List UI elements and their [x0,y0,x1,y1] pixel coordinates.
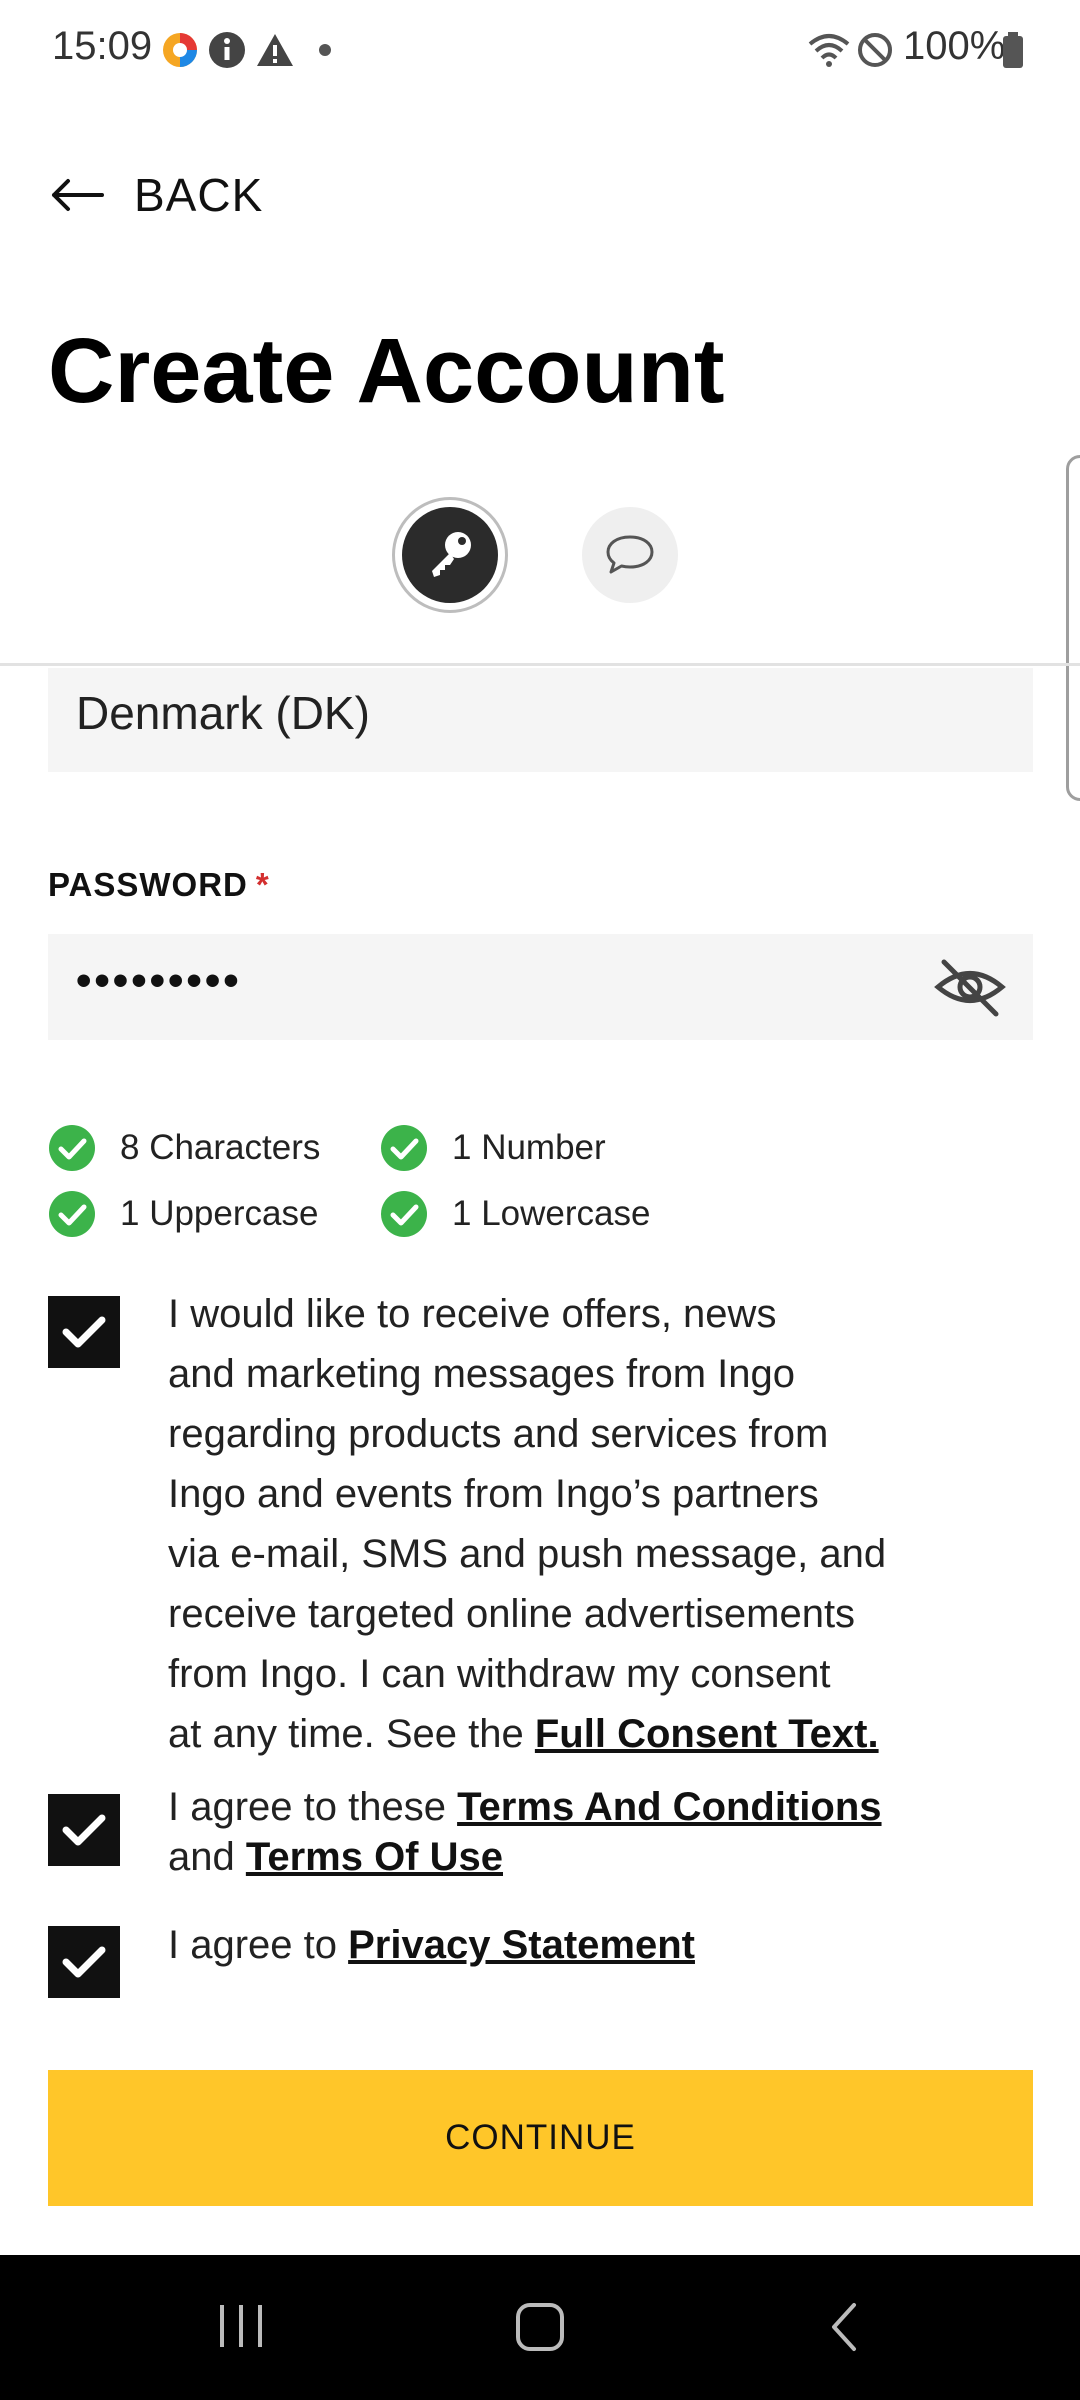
requirement-uppercase: 1 Uppercase [48,1189,318,1239]
requirement-number: 1 Number [380,1123,606,1173]
terms-checkbox[interactable] [48,1794,120,1866]
country-select[interactable]: Denmark (DK) [48,668,1033,772]
check-circle-icon [49,1191,95,1237]
do-not-disturb-icon [858,33,892,67]
requirement-characters: 8 Characters [48,1123,320,1173]
home-icon[interactable] [512,2299,568,2355]
toggle-password-visibility-button[interactable] [930,954,1010,1020]
country-value: Denmark (DK) [76,687,370,739]
checkmark-icon [62,1814,106,1846]
consent-line: via e-mail, SMS and push message, and [168,1532,887,1576]
privacy-statement-link[interactable]: Privacy Statement [348,1923,695,1967]
header-divider [0,663,1080,666]
consent-line: I would like to receive offers, news [168,1292,777,1336]
privacy-prefix: I agree to [168,1923,349,1967]
terms-of-use-link[interactable]: Terms Of Use [246,1835,503,1879]
marketing-consent-checkbox[interactable] [48,1296,120,1368]
consent-line-last: at any time. See the Full Consent Text. [168,1704,1018,1764]
check-circle-icon [381,1125,427,1171]
back-label: BACK [134,169,264,221]
password-input[interactable]: ••••••••• [48,934,1033,1040]
notification-dot-icon [319,44,331,56]
system-navigation-bar [0,2255,1080,2400]
side-scroll-handle[interactable] [1066,455,1080,801]
marketing-consent-text: I would like to receive offers, news and… [168,1284,1018,1764]
info-icon [209,32,245,68]
privacy-checkbox[interactable] [48,1926,120,1998]
eye-off-icon [934,959,1006,1017]
terms-line-2: and Terms Of Use [168,1832,1018,1882]
consent-line: and marketing messages from Ingo [168,1352,795,1396]
battery-percentage: 100% [903,24,1006,68]
requirement-label: 1 Number [452,1128,606,1167]
requirement-label: 8 Characters [120,1128,321,1167]
requirement-label: 1 Lowercase [452,1194,651,1233]
requirement-label: 1 Uppercase [120,1194,319,1233]
step-verification[interactable] [582,507,678,603]
terms-and-conditions-link[interactable]: Terms And Conditions [457,1785,881,1829]
password-label-text: PASSWORD [48,866,248,903]
status-time: 15:09 [52,24,153,68]
check-circle-icon [49,1125,95,1171]
continue-button[interactable]: CONTINUE [48,2070,1033,2206]
warning-icon [257,34,293,66]
status-bar: 15:09 100% [0,0,1080,100]
checkmark-icon [62,1316,106,1348]
wifi-icon [808,34,850,67]
arrow-left-icon [52,179,104,211]
password-label: PASSWORD * [48,866,270,904]
back-button[interactable]: BACK [48,160,263,230]
check-circle-icon [381,1191,427,1237]
step-password[interactable] [392,497,508,613]
full-consent-text-link[interactable]: Full Consent Text. [535,1712,879,1756]
key-icon [432,532,471,577]
required-marker: * [255,866,270,903]
system-back-icon[interactable] [822,2299,866,2355]
requirement-lowercase: 1 Lowercase [380,1189,650,1239]
page-title: Create Account [48,320,725,422]
terms-prefix: I agree to these [168,1785,458,1829]
app-logo-icon [163,33,197,67]
terms-middle: and [168,1835,246,1879]
battery-icon [1003,32,1023,68]
checkmark-icon [62,1946,106,1978]
consent-line: Ingo and events from Ingo’s partners [168,1472,819,1516]
password-value: ••••••••• [76,956,242,1005]
consent-last-prefix: at any time. See the [168,1712,535,1756]
chat-bubble-icon [606,535,654,574]
consent-line: from Ingo. I can withdraw my consent [168,1652,831,1696]
recent-apps-icon[interactable] [214,2299,268,2353]
terms-line-1: I agree to these Terms And Conditions [168,1782,1018,1832]
privacy-text: I agree to Privacy Statement [168,1918,1018,1972]
terms-text: I agree to these Terms And Conditions an… [168,1782,1018,1882]
consent-line: receive targeted online advertisements [168,1592,856,1636]
consent-line: regarding products and services from [168,1412,829,1456]
